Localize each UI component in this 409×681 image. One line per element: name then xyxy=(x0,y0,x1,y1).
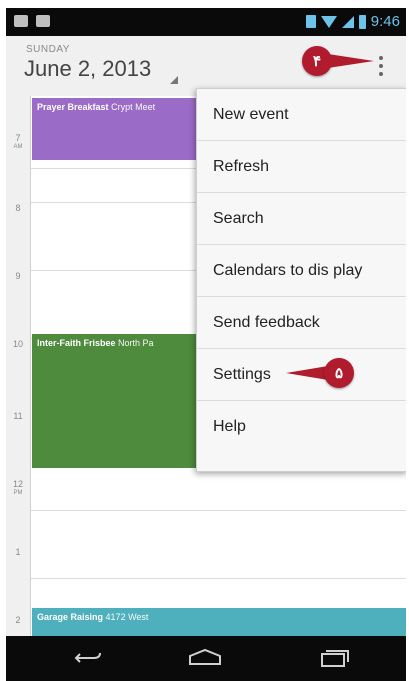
bluetooth-icon xyxy=(305,15,316,28)
overflow-menu: New event Refresh Search Calendars to di… xyxy=(196,88,406,472)
event-garage-raising[interactable]: Garage Raising 4172 West xyxy=(32,608,406,636)
hour-label: 10 xyxy=(12,339,23,349)
event-location: North Pa xyxy=(118,338,154,348)
overflow-dot xyxy=(379,64,383,68)
day-label: SUNDAY xyxy=(26,44,70,55)
hour-divider xyxy=(31,510,406,511)
email-icon xyxy=(14,15,28,27)
hour-label: 11 xyxy=(13,411,23,421)
hour-label: 12 PM xyxy=(12,479,23,497)
phone-screen: 9:46 SUNDAY June 2, 2013 7 AM 8 9 10 11 1… xyxy=(6,8,406,681)
signal-icon xyxy=(341,15,354,28)
status-time: 9:46 xyxy=(370,13,400,30)
dropdown-caret-icon[interactable] xyxy=(170,76,178,84)
event-title: Prayer Breakfast xyxy=(37,102,109,112)
menu-item-new-event[interactable]: New event xyxy=(197,89,406,141)
hour-label: 9 xyxy=(15,271,21,281)
callout-arrow-shape xyxy=(328,54,374,68)
event-title: Inter-Faith Frisbee xyxy=(37,338,116,348)
overflow-menu-icon xyxy=(379,56,383,60)
callout-arrow-icon xyxy=(328,54,374,68)
game-icon xyxy=(36,15,50,27)
event-location: Crypt Meet xyxy=(111,102,156,112)
back-icon[interactable] xyxy=(74,648,102,668)
hour-label: 8 xyxy=(15,203,21,213)
time-column: 7 AM 8 9 10 11 12 PM 1 2 xyxy=(6,96,31,636)
date-picker[interactable]: June 2, 2013 xyxy=(24,56,151,82)
callout-arrow-shape xyxy=(286,366,328,380)
event-location: 4172 West xyxy=(105,612,149,622)
navigation-bar xyxy=(6,636,406,681)
menu-item-search[interactable]: Search xyxy=(197,193,406,245)
event-title: Garage Raising xyxy=(37,612,104,622)
hour-label: 2 xyxy=(15,615,21,625)
overflow-dot xyxy=(379,72,383,76)
status-bar: 9:46 xyxy=(6,8,406,36)
hour-label: 7 AM xyxy=(13,133,23,151)
hour-label: 1 xyxy=(15,547,21,557)
menu-item-calendars-to-display[interactable]: Calendars to dis play xyxy=(197,245,406,297)
battery-icon xyxy=(358,14,366,29)
menu-item-send-feedback[interactable]: Send feedback xyxy=(197,297,406,349)
recent-apps-icon[interactable] xyxy=(320,648,350,668)
menu-item-help[interactable]: Help xyxy=(197,401,406,453)
callout-marker-settings: ۵ xyxy=(324,358,354,388)
callout-arrow-icon xyxy=(286,366,328,380)
home-icon[interactable] xyxy=(188,648,222,666)
hour-divider xyxy=(31,578,406,579)
menu-item-refresh[interactable]: Refresh xyxy=(197,141,406,193)
wifi-icon xyxy=(320,15,337,28)
